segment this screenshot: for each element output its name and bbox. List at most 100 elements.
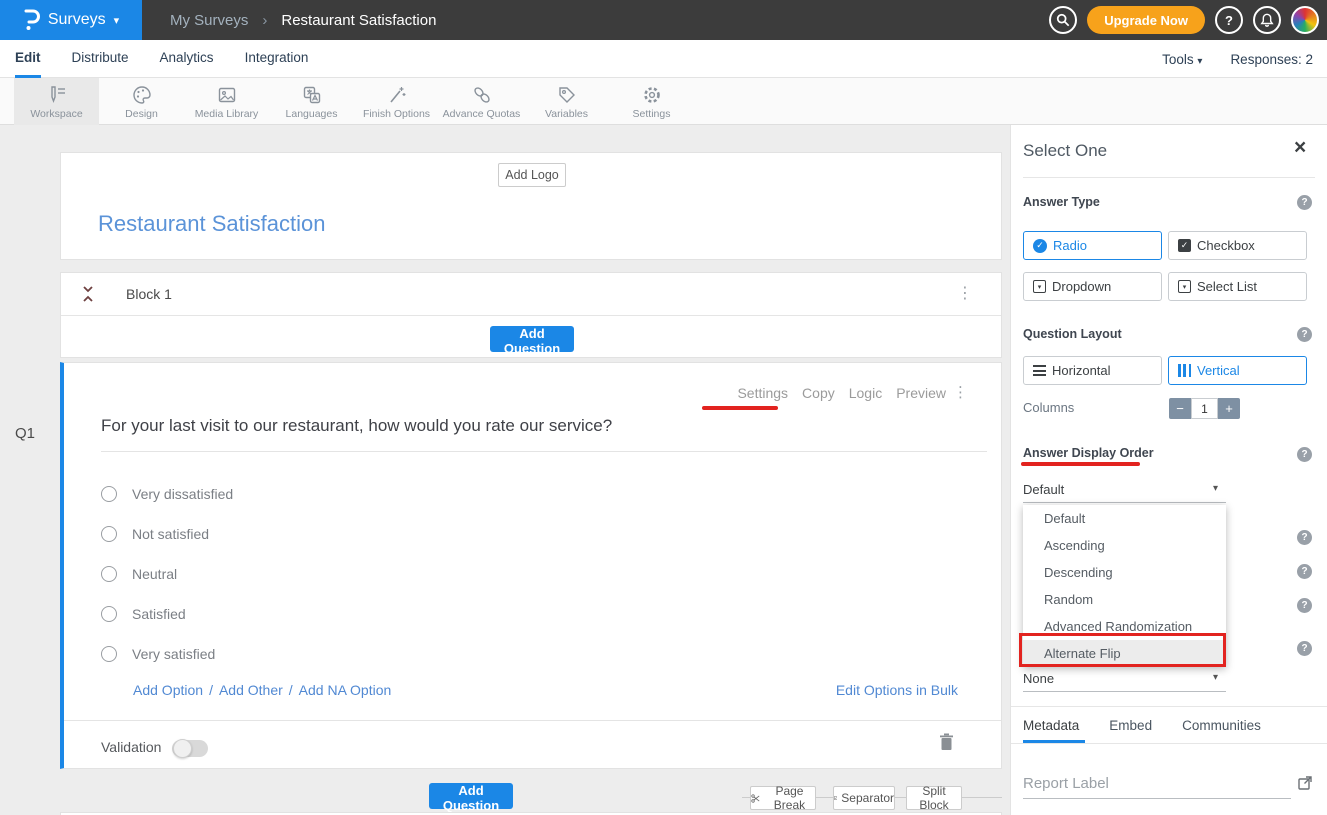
question-tab-copy[interactable]: Copy bbox=[802, 385, 835, 401]
link-icon bbox=[471, 84, 493, 106]
tab-metadata[interactable]: Metadata bbox=[1023, 718, 1079, 741]
help-button[interactable]: ? bbox=[1215, 6, 1243, 34]
add-question-button-bottom[interactable]: Add Question bbox=[429, 783, 513, 809]
answer-display-order-select[interactable]: Default ▾ bbox=[1023, 481, 1226, 499]
answer-type-dropdown-button[interactable]: ▾ Dropdown bbox=[1023, 272, 1162, 301]
question-tab-logic[interactable]: Logic bbox=[849, 385, 882, 401]
edit-options-in-bulk-link[interactable]: Edit Options in Bulk bbox=[836, 682, 958, 698]
responses-count[interactable]: Responses: 2 bbox=[1230, 52, 1313, 67]
tab-communities[interactable]: Communities bbox=[1182, 718, 1261, 741]
breadcrumb: My Surveys › Restaurant Satisfaction bbox=[170, 0, 436, 40]
setting-help-icon[interactable]: ? bbox=[1297, 641, 1312, 656]
add-na-option-link[interactable]: Add NA Option bbox=[299, 682, 392, 698]
tab-embed[interactable]: Embed bbox=[1109, 718, 1152, 741]
answer-type-help-icon[interactable]: ? bbox=[1297, 195, 1312, 210]
tools-menu[interactable]: Tools ▾ bbox=[1162, 52, 1202, 67]
tab-distribute[interactable]: Distribute bbox=[72, 40, 129, 78]
question-text[interactable]: For your last visit to our restaurant, h… bbox=[101, 416, 612, 436]
layout-horizontal-button[interactable]: Horizontal bbox=[1023, 356, 1162, 385]
setting-help-icon[interactable]: ? bbox=[1297, 598, 1312, 613]
option-label[interactable]: Very satisfied bbox=[132, 646, 215, 662]
toolbar-media-library[interactable]: Media Library bbox=[184, 78, 269, 125]
menu-item-random[interactable]: Random bbox=[1023, 586, 1226, 613]
question-tab-preview[interactable]: Preview bbox=[896, 385, 946, 401]
breadcrumb-current: Restaurant Satisfaction bbox=[281, 12, 436, 29]
breadcrumb-separator-icon: › bbox=[262, 12, 267, 29]
page-break-button[interactable]: Page Break bbox=[750, 786, 816, 810]
wand-icon bbox=[386, 84, 408, 106]
tab-analytics[interactable]: Analytics bbox=[160, 40, 214, 78]
answer-display-order-help-icon[interactable]: ? bbox=[1297, 447, 1312, 462]
add-option-link[interactable]: Add Option bbox=[133, 682, 203, 698]
radio-button[interactable] bbox=[101, 526, 117, 542]
open-in-new-icon[interactable] bbox=[1297, 775, 1313, 796]
menu-item-descending[interactable]: Descending bbox=[1023, 559, 1226, 586]
layout-vertical-button[interactable]: Vertical bbox=[1168, 356, 1307, 385]
questionpro-logo bbox=[23, 8, 40, 32]
add-logo-button[interactable]: Add Logo bbox=[498, 163, 566, 187]
menu-item-default[interactable]: Default bbox=[1023, 505, 1226, 532]
toolbar-advance-quotas[interactable]: Advance Quotas bbox=[439, 78, 524, 125]
toolbar-design[interactable]: Design bbox=[99, 78, 184, 125]
avatar[interactable] bbox=[1291, 6, 1319, 34]
answer-options-list: Very dissatisfied Not satisfied Neutral … bbox=[101, 474, 701, 674]
decrease-columns-button[interactable]: − bbox=[1169, 398, 1191, 419]
add-option-links: Add Option / Add Other / Add NA Option bbox=[133, 682, 391, 698]
question-tab-settings[interactable]: Settings bbox=[737, 385, 788, 401]
block-card: Block 1 ⋮ Add Question bbox=[60, 272, 1002, 358]
toolbar-languages[interactable]: Languages bbox=[269, 78, 354, 125]
option-label[interactable]: Neutral bbox=[132, 566, 177, 582]
tab-integration[interactable]: Integration bbox=[245, 40, 309, 78]
radio-button[interactable] bbox=[101, 486, 117, 502]
report-label-input[interactable] bbox=[1023, 773, 1291, 799]
option-label[interactable]: Very dissatisfied bbox=[132, 486, 233, 502]
search-icon bbox=[1056, 13, 1070, 27]
question-action-tabs: Settings Copy Logic Preview bbox=[737, 385, 946, 401]
option-label[interactable]: Satisfied bbox=[132, 606, 186, 622]
answer-type-radio-button[interactable]: ✓ Radio bbox=[1023, 231, 1162, 260]
none-select[interactable]: None ▾ bbox=[1023, 670, 1226, 688]
search-button[interactable] bbox=[1049, 6, 1077, 34]
workspace-icon bbox=[46, 84, 68, 106]
select-underline bbox=[1023, 502, 1226, 503]
horizontal-lines-icon bbox=[1033, 365, 1046, 376]
menu-item-ascending[interactable]: Ascending bbox=[1023, 532, 1226, 559]
answer-type-select-list-button[interactable]: ▾ Select List bbox=[1168, 272, 1307, 301]
increase-columns-button[interactable]: + bbox=[1218, 398, 1240, 419]
validation-toggle[interactable] bbox=[172, 740, 208, 757]
option-label[interactable]: Not satisfied bbox=[132, 526, 209, 542]
chevron-down-icon: ▾ bbox=[1213, 672, 1218, 683]
add-other-link[interactable]: Add Other bbox=[219, 682, 283, 698]
toolbar-finish-options[interactable]: Finish Options bbox=[354, 78, 439, 125]
notifications-button[interactable] bbox=[1253, 6, 1281, 34]
survey-nav: Edit Distribute Analytics Integration To… bbox=[0, 40, 1327, 78]
delete-question-button[interactable] bbox=[939, 733, 954, 756]
vertical-bars-icon bbox=[1178, 364, 1191, 377]
separator-button[interactable]: Separator bbox=[833, 786, 895, 810]
toolbar-workspace[interactable]: Workspace bbox=[14, 78, 99, 125]
radio-button[interactable] bbox=[101, 566, 117, 582]
setting-help-icon[interactable]: ? bbox=[1297, 530, 1312, 545]
upgrade-now-button[interactable]: Upgrade Now bbox=[1087, 6, 1205, 34]
survey-header-card: Add Logo Restaurant Satisfaction bbox=[60, 152, 1002, 260]
toolbar-variables[interactable]: Variables bbox=[524, 78, 609, 125]
block-menu-button[interactable]: ⋮ bbox=[957, 286, 973, 302]
breadcrumb-my-surveys[interactable]: My Surveys bbox=[170, 12, 248, 29]
tab-edit[interactable]: Edit bbox=[15, 40, 41, 78]
split-block-button[interactable]: Split Block bbox=[906, 786, 962, 810]
radio-button[interactable] bbox=[101, 646, 117, 662]
panel-divider bbox=[1023, 177, 1315, 178]
answer-type-checkbox-button[interactable]: ✓ Checkbox bbox=[1168, 231, 1307, 260]
close-panel-icon[interactable]: × bbox=[1294, 137, 1306, 158]
add-question-button-top[interactable]: Add Question bbox=[490, 326, 574, 352]
survey-title[interactable]: Restaurant Satisfaction bbox=[98, 211, 325, 237]
setting-help-icon[interactable]: ? bbox=[1297, 564, 1312, 579]
annotation-settings-underline bbox=[702, 406, 778, 410]
toolbar-settings[interactable]: Settings bbox=[609, 78, 694, 125]
product-switcher[interactable]: Surveys ▾ bbox=[0, 0, 142, 40]
question-card: Settings Copy Logic Preview ⋮ For your l… bbox=[60, 362, 1002, 769]
radio-button[interactable] bbox=[101, 606, 117, 622]
question-menu-button[interactable]: ⋮ bbox=[953, 385, 968, 400]
collapse-block-icon[interactable] bbox=[81, 285, 95, 308]
question-layout-help-icon[interactable]: ? bbox=[1297, 327, 1312, 342]
